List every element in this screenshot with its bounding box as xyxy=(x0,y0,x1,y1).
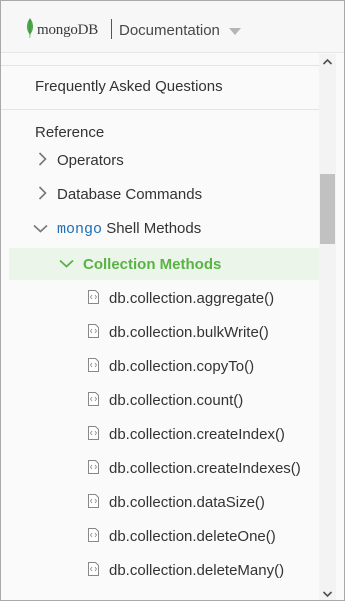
method-label: db.collection.count() xyxy=(109,392,244,409)
method-label: db.collection.copyTo() xyxy=(109,358,255,375)
mongodb-leaf-icon xyxy=(26,18,34,38)
nav-item-reference[interactable]: Reference xyxy=(35,124,104,141)
nav-item-database-commands[interactable]: Database Commands xyxy=(1,180,319,210)
chevron-right-icon[interactable] xyxy=(38,186,47,200)
header: mongoDB Documentation xyxy=(1,1,344,53)
document-icon xyxy=(88,528,99,542)
document-icon xyxy=(88,290,99,304)
vertical-scrollbar[interactable] xyxy=(319,54,336,601)
chevron-down-icon[interactable] xyxy=(59,259,74,268)
scrollbar-thumb[interactable] xyxy=(320,174,335,244)
chevron-down-icon[interactable] xyxy=(33,224,48,233)
method-item[interactable]: db.collection.count() xyxy=(1,383,319,417)
method-label: db.collection.bulkWrite() xyxy=(109,324,269,341)
method-label: db.collection.createIndex() xyxy=(109,426,285,443)
docs-sidebar-window: mongoDB Documentation Frequently Asked Q… xyxy=(0,0,345,601)
chevron-right-icon[interactable] xyxy=(38,152,47,166)
nav-item-label: Database Commands xyxy=(57,186,203,203)
method-item[interactable]: db.collection.aggregate() xyxy=(1,281,319,315)
method-label: db.collection.createIndexes() xyxy=(109,460,301,477)
nav-item-shell-methods[interactable]: mongo Shell Methods xyxy=(1,214,319,244)
document-icon xyxy=(88,494,99,508)
document-icon xyxy=(88,392,99,406)
document-icon xyxy=(88,426,99,440)
method-item[interactable]: db.collection.dataSize() xyxy=(1,485,319,519)
brand-divider xyxy=(111,19,112,39)
method-item[interactable]: db.collection.createIndex() xyxy=(1,417,319,451)
scroll-down-arrow-icon[interactable] xyxy=(319,586,336,601)
document-icon xyxy=(88,324,99,338)
method-item[interactable]: db.collection.copyTo() xyxy=(1,349,319,383)
documentation-menu[interactable]: Documentation xyxy=(119,22,220,39)
nav-item-label: mongo Shell Methods xyxy=(57,220,201,238)
nav-tree: Frequently Asked Questions Reference Ope… xyxy=(1,54,319,600)
caret-down-icon[interactable] xyxy=(229,28,241,35)
code-label-mongo: mongo xyxy=(57,221,103,238)
nav-item-operators[interactable]: Operators xyxy=(1,146,319,176)
method-item[interactable]: db.collection.bulkWrite() xyxy=(1,315,319,349)
nav-item-label-text: Shell Methods xyxy=(106,220,202,237)
method-item[interactable]: db.collection.createIndexes() xyxy=(1,451,319,485)
method-item[interactable]: db.collection.deleteOne() xyxy=(1,519,319,553)
brand-logo-text[interactable]: mongoDB xyxy=(37,22,98,39)
method-label: db.collection.dataSize() xyxy=(109,494,265,511)
document-icon xyxy=(88,358,99,372)
nav-item-label: Frequently Asked Questions xyxy=(35,78,223,95)
method-label: db.collection.deleteOne() xyxy=(109,528,276,545)
method-label: db.collection.deleteMany() xyxy=(109,562,285,579)
method-label: db.collection.aggregate() xyxy=(109,290,275,307)
nav-item-collection-methods[interactable]: Collection Methods xyxy=(83,256,221,273)
document-icon xyxy=(88,460,99,474)
nav-item-faq[interactable]: Frequently Asked Questions xyxy=(1,64,319,110)
scroll-up-arrow-icon[interactable] xyxy=(319,54,336,70)
nav-item-label: Operators xyxy=(57,152,124,169)
method-item[interactable]: db.collection.deleteMany() xyxy=(1,553,319,587)
document-icon xyxy=(88,562,99,576)
